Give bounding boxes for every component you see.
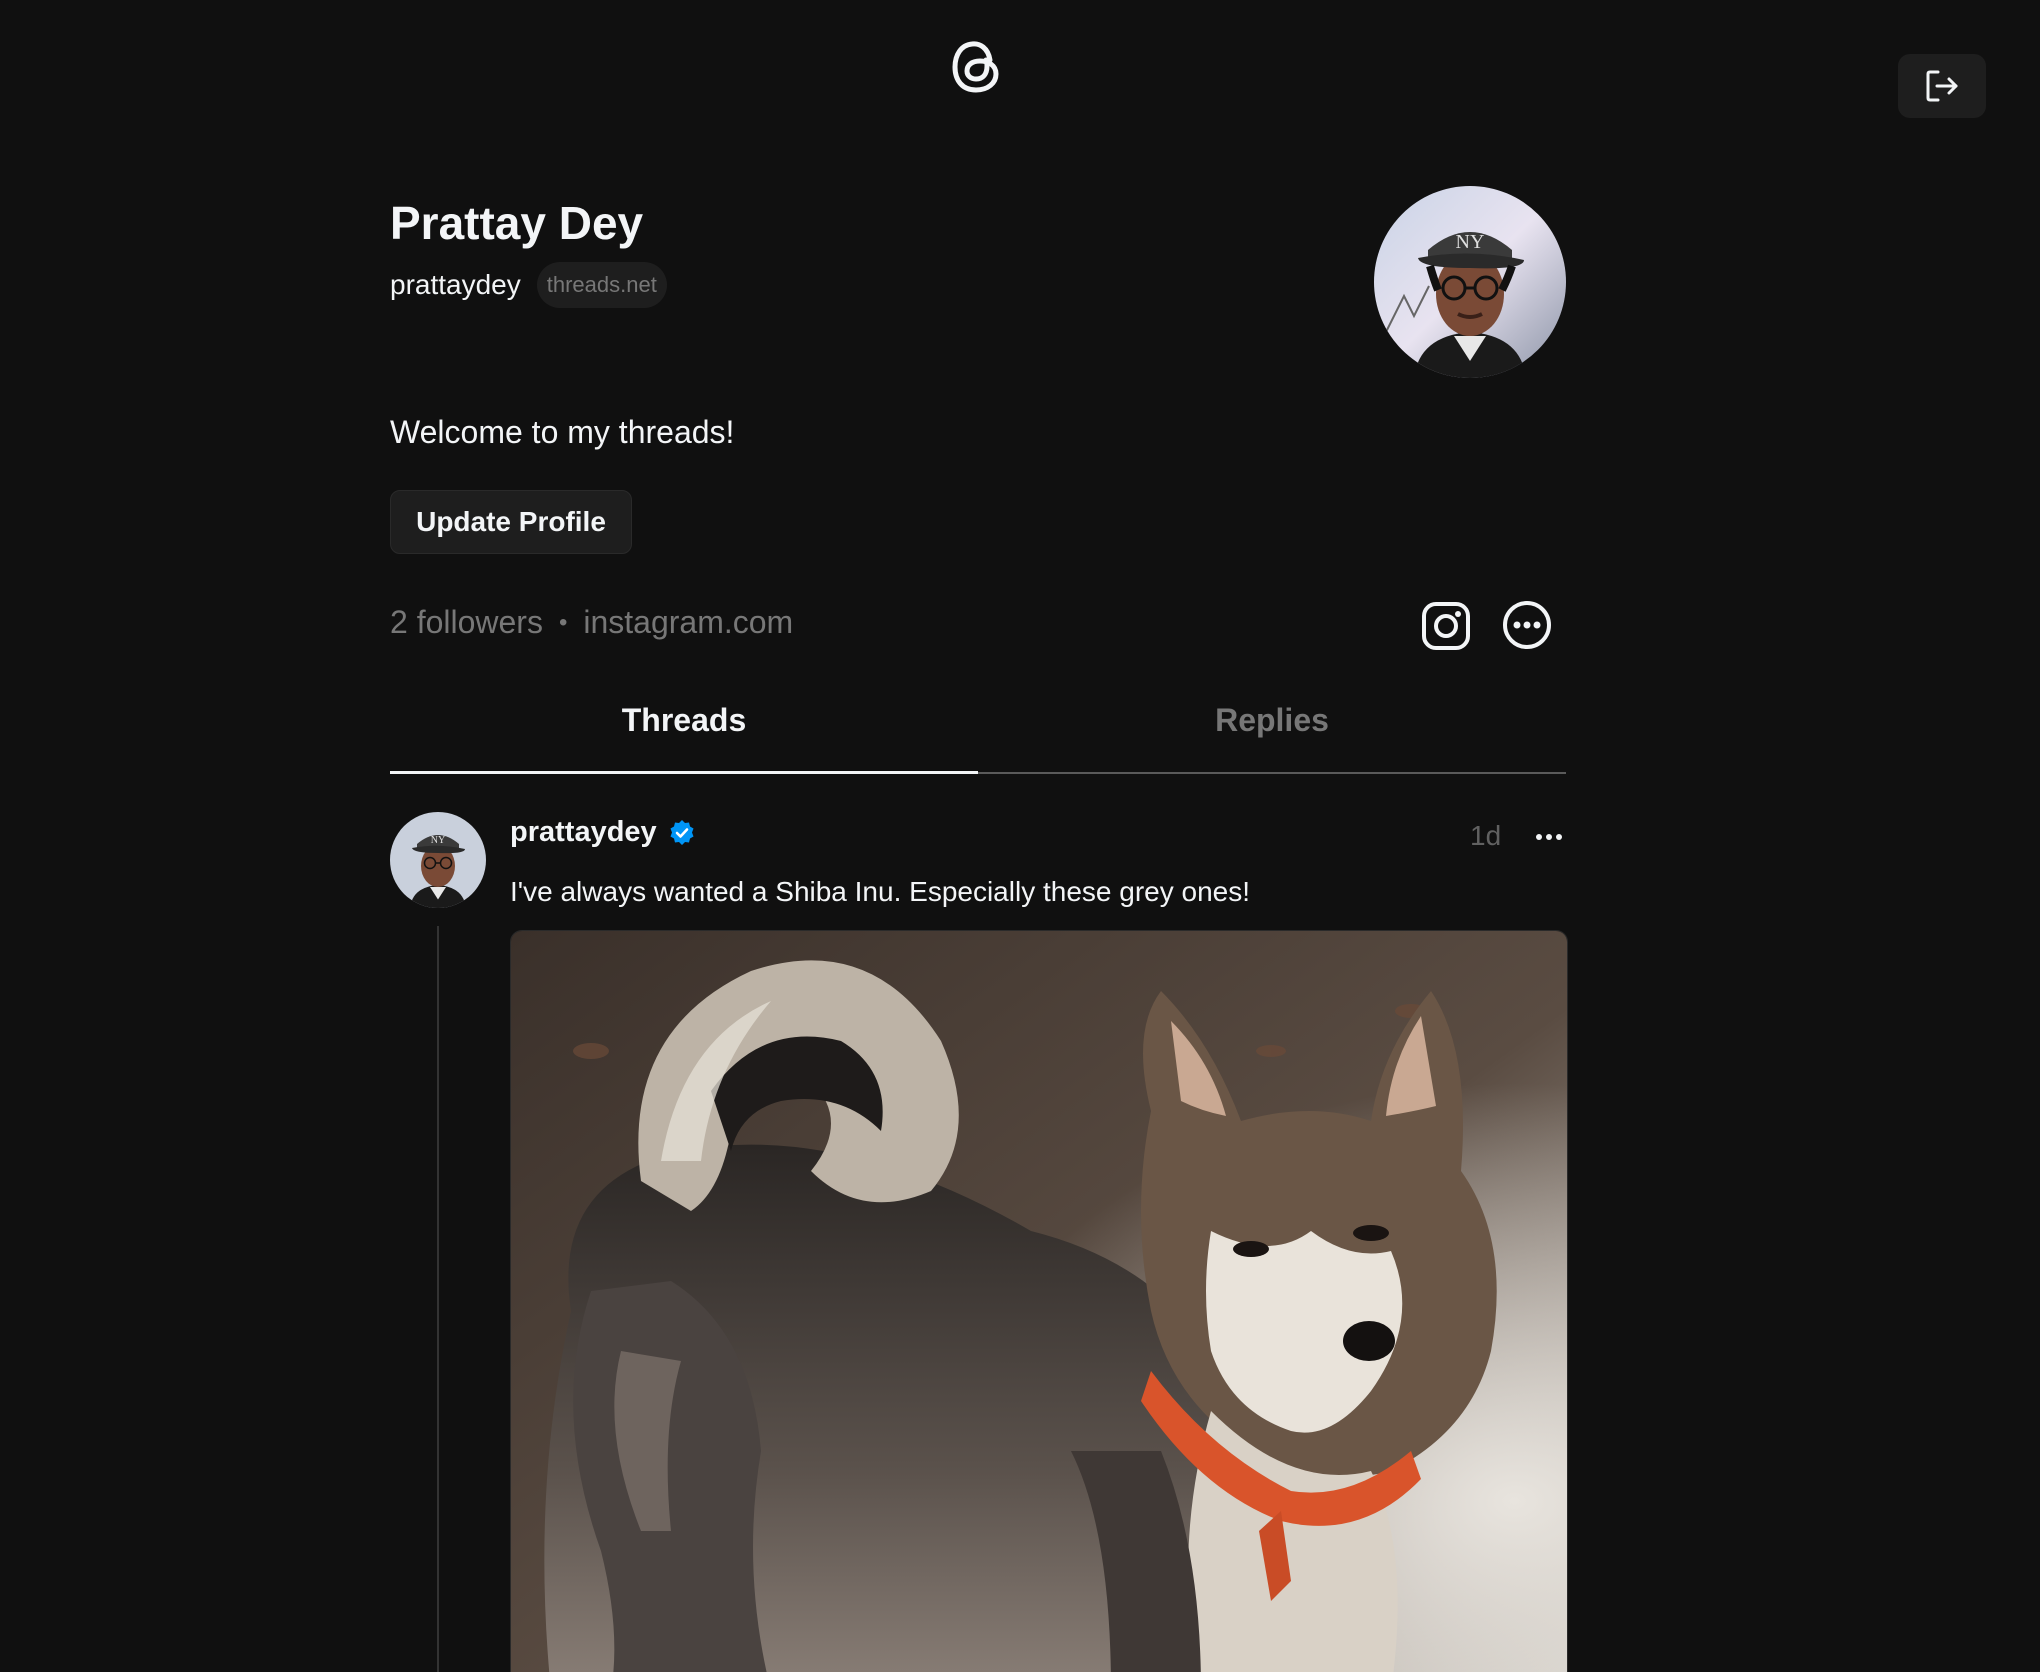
profile-bio: Welcome to my threads! — [390, 414, 735, 450]
post-header: prattaydey — [510, 816, 697, 849]
post-text: I've always wanted a Shiba Inu. Especial… — [510, 876, 1250, 907]
handle-row: prattaydey threads.net — [390, 262, 667, 308]
tab-threads[interactable]: Threads — [390, 690, 978, 774]
domain-badge[interactable]: threads.net — [536, 262, 667, 308]
profile-tabs: Threads Replies — [390, 690, 1566, 774]
svg-text:NY: NY — [1456, 231, 1485, 253]
post-author-avatar[interactable]: NY — [390, 812, 486, 908]
post-timestamp: 1d — [1470, 820, 1502, 851]
profile-link[interactable]: instagram.com — [583, 604, 793, 641]
profile-name: Prattay Dey — [390, 197, 644, 249]
update-profile-button[interactable]: Update Profile — [390, 490, 632, 554]
verified-badge-icon — [670, 819, 694, 845]
profile-handle: prattaydey — [390, 269, 521, 300]
post-more-icon[interactable] — [1534, 822, 1564, 852]
followers-count[interactable]: 2 followers — [390, 604, 543, 641]
post-username[interactable]: prattaydey — [510, 816, 657, 849]
post-image[interactable] — [510, 930, 1568, 1672]
logout-button[interactable] — [1898, 54, 1986, 118]
more-options-icon[interactable] — [1502, 600, 1552, 650]
thread-connector-line — [437, 926, 439, 1672]
instagram-icon[interactable] — [1420, 600, 1472, 652]
logout-icon — [1926, 70, 1958, 102]
threads-logo-icon[interactable] — [950, 38, 1004, 96]
profile-meta: 2 followers • instagram.com — [390, 604, 793, 641]
tab-replies[interactable]: Replies — [978, 690, 1566, 774]
meta-separator: • — [558, 608, 568, 636]
svg-text:NY: NY — [431, 835, 445, 846]
profile-avatar[interactable]: NY — [1374, 186, 1566, 378]
threads-profile-page: Prattay Dey prattaydey threads.net NY We… — [0, 0, 2040, 1672]
